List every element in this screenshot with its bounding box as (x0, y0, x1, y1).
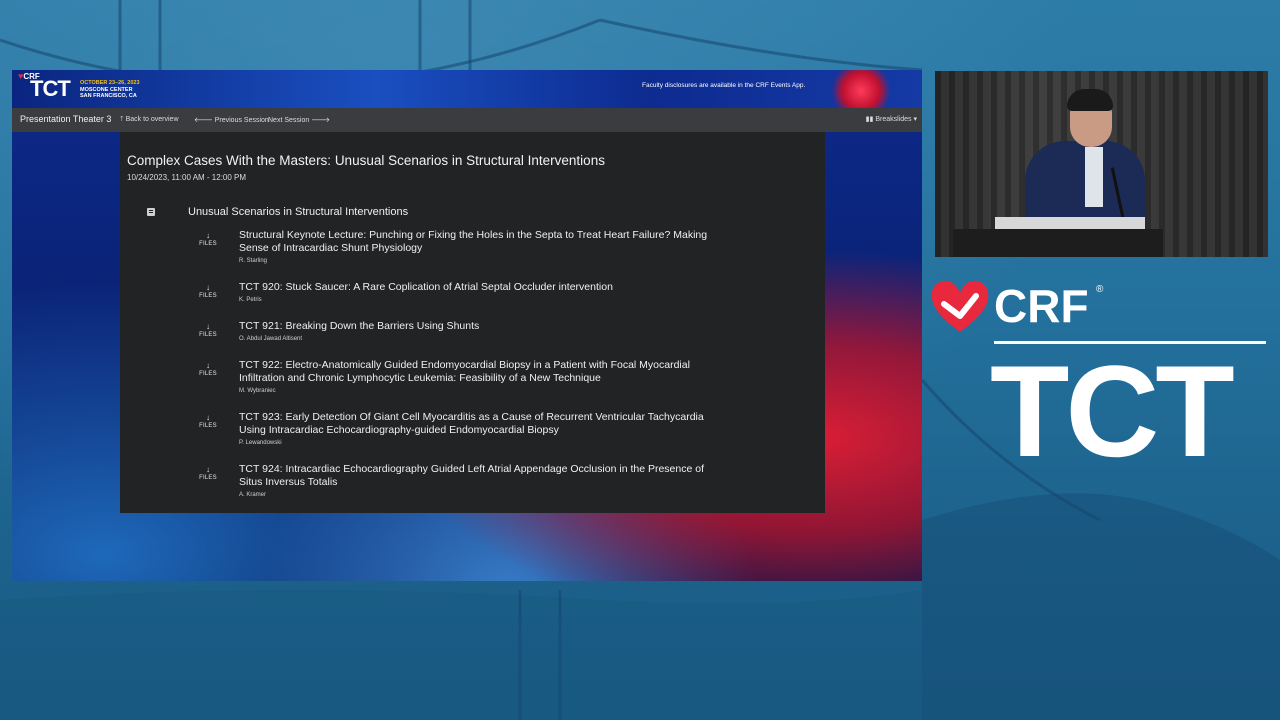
theater-title[interactable]: Presentation Theater 3 (20, 114, 111, 124)
files-download-button[interactable]: ↓ FILES (198, 283, 218, 300)
item-author: R. Starling (239, 258, 268, 264)
download-arrow-icon: ↓ (206, 413, 210, 422)
disclosure-text: Faculty disclosures are available in the… (642, 82, 806, 89)
item-author: P. Lewandowski (239, 440, 282, 446)
files-download-button[interactable]: ↓ FILES (198, 361, 218, 378)
files-label: FILES (199, 293, 217, 299)
next-session-link[interactable]: Next Session 🡒 (268, 115, 330, 124)
files-download-button[interactable]: ↓ FILES (198, 465, 218, 482)
download-arrow-icon: ↓ (206, 465, 210, 474)
breakslides-dropdown[interactable]: ▮▮ Breakslides ▾ (866, 115, 917, 123)
header-heart-graphic (826, 70, 896, 108)
session-navbar: Presentation Theater 3 🡑 Back to overvie… (12, 108, 922, 132)
download-arrow-icon: ↓ (206, 283, 210, 292)
item-author: A. Kramer (239, 492, 267, 498)
brand-crf-text: CRF (994, 280, 1089, 332)
item-title[interactable]: Structural Keynote Lecture: Punching or … (239, 229, 709, 255)
files-label: FILES (199, 475, 217, 481)
event-city: SAN FRANCISCO, CA (80, 93, 137, 99)
header-tct-logo: TCT (30, 76, 71, 101)
download-arrow-icon: ↓ (206, 361, 210, 370)
podium (953, 229, 1163, 257)
session-time: 10/24/2023, 11:00 AM - 12:00 PM (127, 173, 247, 182)
presentation-slide: ♥CRF TCT OCTOBER 23–26, 2023 MOSCONE CEN… (12, 70, 922, 581)
download-arrow-icon: ↓ (206, 231, 210, 240)
files-label: FILES (199, 423, 217, 429)
item-title[interactable]: TCT 923: Early Detection Of Giant Cell M… (239, 411, 709, 437)
speaker-hair (1067, 89, 1113, 111)
arrow-right-icon: 🡒 (311, 117, 330, 124)
speaker-shirt (1085, 147, 1103, 207)
event-date: OCTOBER 23–26, 2023 (80, 80, 140, 86)
columns-icon: ▮▮ (865, 116, 874, 123)
item-title[interactable]: TCT 921: Breaking Down the Barriers Usin… (239, 320, 709, 333)
group-title: Unusual Scenarios in Structural Interven… (188, 206, 409, 218)
slide-header: ♥CRF TCT OCTOBER 23–26, 2023 MOSCONE CEN… (12, 70, 922, 108)
list-icon (147, 208, 155, 216)
back-label: Back to overview (125, 116, 179, 123)
registered-mark: ® (1096, 284, 1104, 295)
crf-heart-logo-icon (931, 280, 989, 332)
back-to-overview-link[interactable]: 🡑 Back to overview (120, 115, 179, 126)
prev-label: Previous Session (214, 117, 269, 124)
item-title[interactable]: TCT 922: Electro-Anatomically Guided End… (239, 359, 709, 385)
item-author: K. Petris (239, 297, 262, 303)
download-arrow-icon: ↓ (206, 322, 210, 331)
arrow-up-icon: 🡑 (120, 116, 124, 123)
previous-session-link[interactable]: 🡐 Previous Session (194, 115, 269, 124)
files-download-button[interactable]: ↓ FILES (198, 322, 218, 339)
files-label: FILES (199, 332, 217, 338)
files-download-button[interactable]: ↓ FILES (198, 413, 218, 430)
files-download-button[interactable]: ↓ FILES (198, 231, 218, 248)
item-author: M. Wybraniec (239, 388, 276, 394)
caret-down-icon: ▾ (913, 116, 917, 123)
breakslides-label: Breakslides (875, 116, 912, 123)
arrow-left-icon: 🡐 (194, 117, 213, 124)
files-label: FILES (199, 371, 217, 377)
brand-tct-text: TCT (990, 338, 1235, 484)
header-event-info: OCTOBER 23–26, 2023 MOSCONE CENTER SAN F… (80, 80, 140, 100)
session-title: Complex Cases With the Masters: Unusual … (127, 153, 605, 168)
item-title[interactable]: TCT 924: Intracardiac Echocardiography G… (239, 463, 709, 489)
files-label: FILES (199, 241, 217, 247)
speaker-video-feed (935, 71, 1268, 257)
crf-tct-branding: CRF ® TCT (930, 278, 1275, 484)
session-panel: Complex Cases With the Masters: Unusual … (120, 132, 825, 513)
item-author: O. Abdul Jawad Altisent (239, 336, 303, 342)
next-label: Next Session (268, 117, 310, 124)
item-title[interactable]: TCT 920: Stuck Saucer: A Rare Coplicatio… (239, 281, 709, 294)
